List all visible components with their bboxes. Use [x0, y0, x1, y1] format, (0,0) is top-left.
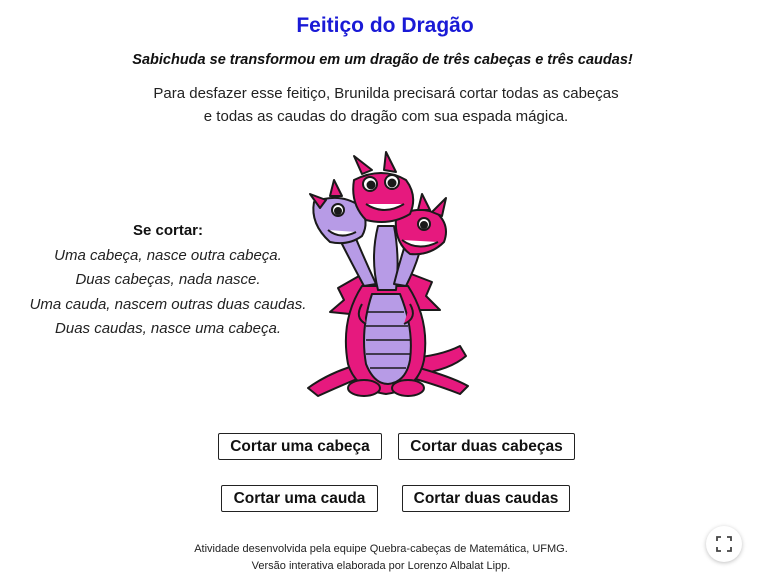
rule-line: Uma cabeça, nasce outra cabeça. [54, 246, 282, 264]
dragon-foot [391, 379, 425, 397]
intro-line: Para desfazer esse feitiço, Brunilda pre… [153, 85, 619, 102]
footer-line: Atividade desenvolvida pela equipe Quebr… [194, 543, 568, 555]
rules-heading: Se cortar: [132, 222, 204, 239]
dragon-foot [347, 379, 381, 397]
cut-one-tail-button[interactable]: Cortar uma cauda [221, 485, 378, 512]
page-title: Feitiço do Dragão [296, 14, 474, 37]
rules-panel: Se cortar: Uma cabeça, nasce outra cabeç… [8, 219, 328, 342]
dragon-belly [363, 293, 412, 385]
dragon-head-center [352, 151, 415, 223]
cut-one-head-button[interactable]: Cortar uma cabeça [218, 433, 382, 460]
fullscreen-button[interactable] [706, 526, 742, 562]
cut-two-heads-button[interactable]: Cortar duas cabeças [398, 433, 575, 460]
rule-line: Duas cabeças, nada nasce. [75, 271, 261, 288]
page-subtitle: Sabichuda se transformou em um dragão de… [132, 52, 633, 68]
rule-line: Duas caudas, nasce uma cabeça. [55, 320, 281, 337]
rule-line: Uma cauda, nascem outras duas caudas. [29, 295, 307, 313]
intro-text: Para desfazer esse feitiço, Brunilda pre… [0, 82, 757, 128]
intro-line: e todas as caudas do dragão com sua espa… [203, 108, 569, 125]
footer-credits: Atividade desenvolvida pela equipe Quebr… [0, 541, 757, 575]
fullscreen-icon [716, 536, 732, 552]
cut-two-tails-button[interactable]: Cortar duas caudas [402, 485, 570, 512]
dragon-illustration [307, 151, 469, 397]
footer-line: Versão interativa elaborada por Lorenzo … [251, 560, 511, 572]
